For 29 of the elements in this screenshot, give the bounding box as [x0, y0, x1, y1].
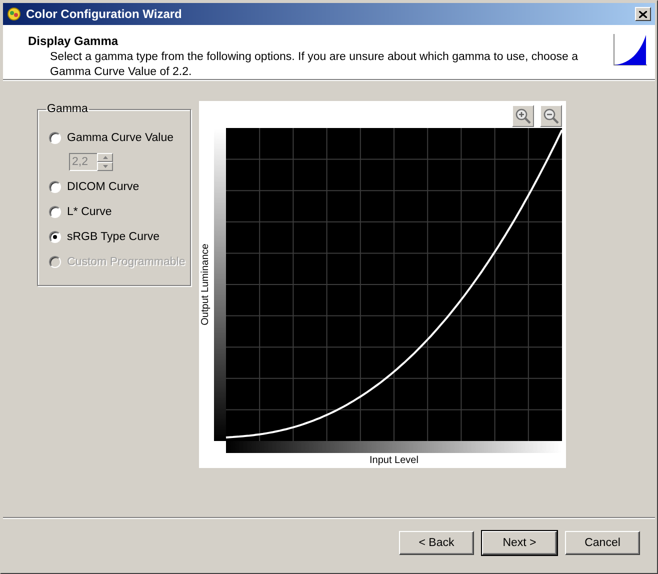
group-label: Gamma — [46, 103, 89, 115]
x-axis-label: Input Level — [370, 455, 418, 466]
page-description: Select a gamma type from the following options. If you are unsure about which gamma to use, choose a Gamma Curve Value of 2.2. — [50, 50, 580, 80]
zoom-in-icon — [515, 108, 531, 124]
gamma-curve-icon — [613, 34, 647, 66]
radio-label[interactable]: L* Curve — [67, 206, 112, 218]
close-icon — [639, 10, 647, 18]
spin-down-button[interactable] — [97, 162, 113, 171]
y-axis-label: Output Luminance — [200, 244, 211, 326]
spin-up-button[interactable] — [97, 153, 113, 162]
radio-button[interactable] — [49, 206, 61, 218]
wizard-button[interactable]: Cancel — [565, 531, 640, 555]
app-icon — [7, 7, 21, 21]
zoom-in-button[interactable] — [512, 105, 534, 127]
zoom-out-icon — [543, 108, 559, 124]
wizard-button[interactable]: < Back — [399, 531, 474, 555]
radio-label[interactable]: Gamma Curve Value — [67, 132, 174, 144]
caret-up-icon — [102, 156, 108, 159]
radio-label[interactable]: sRGB Type Curve — [67, 231, 160, 243]
radio-button[interactable] — [49, 231, 61, 243]
close-button[interactable] — [635, 7, 651, 21]
radio-button[interactable] — [49, 181, 61, 193]
window-title: Color Configuration Wizard — [26, 7, 183, 21]
zoom-out-button[interactable] — [540, 105, 562, 127]
wizard-button[interactable]: Next > — [482, 531, 557, 555]
caret-down-icon — [102, 165, 108, 168]
page-title: Display Gamma — [28, 34, 120, 48]
radio-label[interactable]: DICOM Curve — [67, 181, 140, 193]
radio-button[interactable] — [49, 132, 61, 144]
